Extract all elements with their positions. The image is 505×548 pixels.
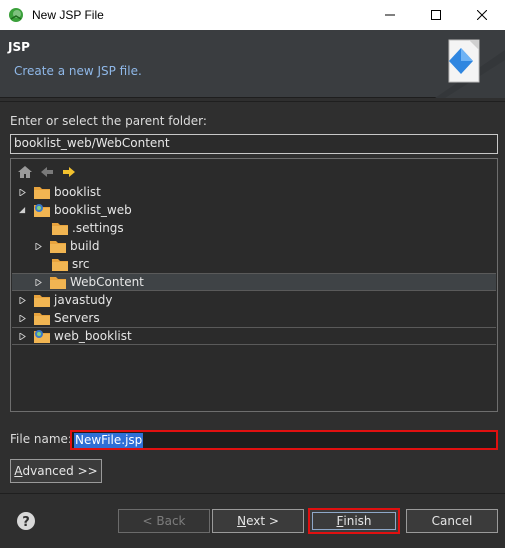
eclipse-app-icon [9,8,23,22]
expand-icon[interactable] [32,240,44,252]
expand-icon[interactable] [16,294,28,306]
tree-node-src[interactable]: src [12,255,496,273]
maximize-button[interactable] [413,0,459,30]
close-icon [477,10,487,20]
finish-button[interactable]: Finish [308,508,400,534]
parent-folder-input[interactable]: booklist_web/WebContent [10,134,498,154]
home-icon[interactable] [17,164,33,180]
back-icon[interactable] [39,164,55,180]
expand-icon[interactable] [16,330,28,342]
window-controls [367,0,505,30]
tree-node-label: booklist_web [54,203,132,217]
tree-node-web-booklist[interactable]: web_booklist [12,327,496,345]
tree-node-label: booklist [54,185,101,199]
tree-node-label: .settings [72,221,124,235]
advanced-label: dvanced >> [22,464,98,478]
svg-text:?: ? [22,515,30,530]
advanced-mnemonic: A [14,464,23,478]
banner-separator [0,101,505,102]
wizard-banner: JSP Create a new JSP file. [0,30,505,98]
folder-tree[interactable]: booklist booklist_web .settings build sr… [10,158,498,412]
tree-node-servers[interactable]: Servers [12,309,496,327]
tree-node-label: build [70,239,100,253]
no-twisty [34,258,46,270]
file-name-value: NewFile.jsp [74,433,144,448]
back-label: < Back [142,514,186,528]
folder-icon [52,223,68,235]
project-folder-icon [34,187,50,199]
close-button[interactable] [459,0,505,30]
folder-icon [52,259,68,271]
jsp-wizard-icon [435,39,505,98]
tree-node-label: web_booklist [54,329,132,343]
tree-node-build[interactable]: build [12,237,496,255]
tree-toolbar [17,164,77,180]
folder-icon [50,241,66,253]
page-description: Create a new JSP file. [14,64,142,78]
next-button[interactable]: Next > [212,509,304,533]
file-name-label: File name: [10,432,72,446]
expand-icon[interactable] [32,276,44,288]
next-mnemonic: N [237,514,247,528]
finish-button-focus: Finish [312,512,396,530]
collapse-icon[interactable] [16,204,28,216]
tree-node-label: WebContent [70,275,144,289]
cancel-button[interactable]: Cancel [406,509,498,533]
finish-mnemonic: F [336,514,344,528]
folder-icon [34,313,50,325]
tree-node-settings[interactable]: .settings [12,219,496,237]
window-titlebar: New JSP File [0,0,505,30]
tree-node-webcontent[interactable]: WebContent [12,273,496,291]
advanced-button[interactable]: Advanced >> [10,459,102,483]
expand-icon[interactable] [16,312,28,324]
tree-node-booklist-web[interactable]: booklist_web [12,201,496,219]
maximize-icon [431,10,441,20]
back-button[interactable]: < Back [118,509,210,533]
tree-node-label: Servers [54,311,100,325]
project-folder-icon [34,295,50,307]
minimize-button[interactable] [367,0,413,30]
forward-icon[interactable] [61,164,77,180]
expand-icon[interactable] [16,186,28,198]
web-project-icon [34,330,50,343]
tree-node-label: src [72,257,90,271]
tree-node-label: javastudy [54,293,113,307]
tree-node-javastudy[interactable]: javastudy [12,291,496,309]
parent-folder-label: Enter or select the parent folder: [10,114,207,128]
window-title: New JSP File [32,8,104,22]
file-name-input[interactable]: NewFile.jsp [70,430,498,450]
folder-icon [50,277,66,289]
minimize-icon [385,14,395,16]
tree-node-booklist[interactable]: booklist [12,183,496,201]
web-project-icon [34,204,50,217]
cancel-label: Cancel [431,514,473,528]
no-twisty [34,222,46,234]
page-title: JSP [8,40,30,54]
help-icon[interactable]: ? [16,511,36,531]
next-label: ext > [246,514,279,528]
footer-separator [0,493,505,494]
finish-label: inish [343,514,372,528]
